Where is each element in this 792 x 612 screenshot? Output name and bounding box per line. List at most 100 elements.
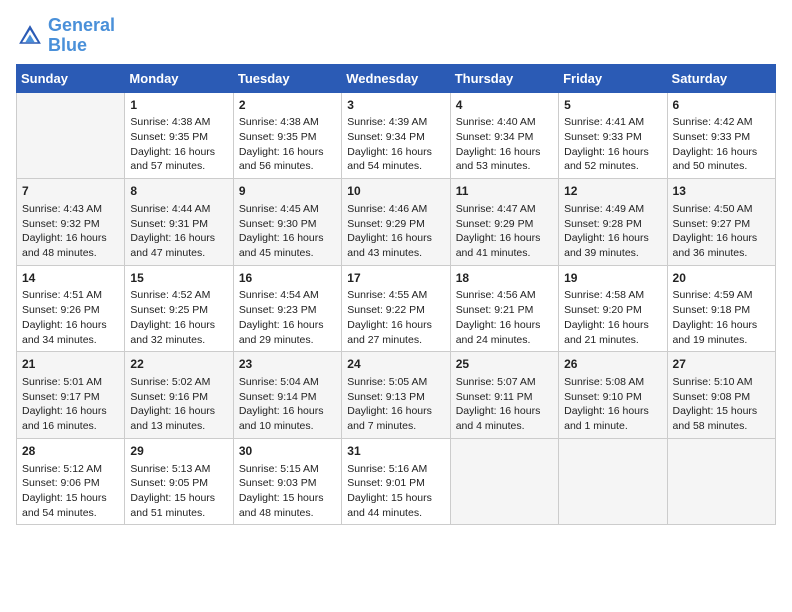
day-info: Daylight: 16 hours — [456, 318, 553, 333]
calendar-cell: 2Sunrise: 4:38 AMSunset: 9:35 PMDaylight… — [233, 92, 341, 179]
day-info: Daylight: 16 hours — [456, 231, 553, 246]
day-info: Daylight: 16 hours — [22, 318, 119, 333]
day-info: Daylight: 15 hours — [347, 491, 444, 506]
calendar-cell: 25Sunrise: 5:07 AMSunset: 9:11 PMDayligh… — [450, 352, 558, 439]
calendar-cell: 15Sunrise: 4:52 AMSunset: 9:25 PMDayligh… — [125, 265, 233, 352]
day-info: Sunset: 9:32 PM — [22, 217, 119, 232]
day-info: and 10 minutes. — [239, 419, 336, 434]
day-info: and 36 minutes. — [673, 246, 770, 261]
calendar-cell: 8Sunrise: 4:44 AMSunset: 9:31 PMDaylight… — [125, 179, 233, 266]
day-info: Sunrise: 5:02 AM — [130, 375, 227, 390]
day-number: 2 — [239, 97, 336, 114]
day-info: and 53 minutes. — [456, 159, 553, 174]
day-info: Sunset: 9:35 PM — [239, 130, 336, 145]
calendar-cell: 17Sunrise: 4:55 AMSunset: 9:22 PMDayligh… — [342, 265, 450, 352]
day-info: Sunset: 9:23 PM — [239, 303, 336, 318]
calendar-cell: 7Sunrise: 4:43 AMSunset: 9:32 PMDaylight… — [17, 179, 125, 266]
day-info: and 45 minutes. — [239, 246, 336, 261]
calendar-cell: 11Sunrise: 4:47 AMSunset: 9:29 PMDayligh… — [450, 179, 558, 266]
day-info: Daylight: 16 hours — [130, 145, 227, 160]
day-info: Sunrise: 5:10 AM — [673, 375, 770, 390]
day-info: Sunrise: 4:47 AM — [456, 202, 553, 217]
day-info: and 21 minutes. — [564, 333, 661, 348]
day-number: 27 — [673, 356, 770, 373]
day-number: 20 — [673, 270, 770, 287]
day-number: 19 — [564, 270, 661, 287]
day-number: 4 — [456, 97, 553, 114]
day-info: Sunrise: 4:41 AM — [564, 115, 661, 130]
day-info: and 34 minutes. — [22, 333, 119, 348]
day-info: Daylight: 16 hours — [239, 318, 336, 333]
calendar-cell — [667, 438, 775, 525]
calendar-cell: 16Sunrise: 4:54 AMSunset: 9:23 PMDayligh… — [233, 265, 341, 352]
calendar-cell: 23Sunrise: 5:04 AMSunset: 9:14 PMDayligh… — [233, 352, 341, 439]
day-info: Sunrise: 5:12 AM — [22, 462, 119, 477]
day-info: and 27 minutes. — [347, 333, 444, 348]
day-info: Daylight: 15 hours — [22, 491, 119, 506]
day-info: Sunrise: 4:38 AM — [239, 115, 336, 130]
calendar-cell: 9Sunrise: 4:45 AMSunset: 9:30 PMDaylight… — [233, 179, 341, 266]
calendar-cell: 4Sunrise: 4:40 AMSunset: 9:34 PMDaylight… — [450, 92, 558, 179]
day-info: Sunrise: 4:43 AM — [22, 202, 119, 217]
day-info: Daylight: 16 hours — [456, 145, 553, 160]
day-number: 5 — [564, 97, 661, 114]
day-info: Daylight: 15 hours — [673, 404, 770, 419]
day-info: Sunset: 9:22 PM — [347, 303, 444, 318]
day-info: Sunset: 9:01 PM — [347, 476, 444, 491]
day-info: Daylight: 16 hours — [239, 231, 336, 246]
day-info: Sunset: 9:14 PM — [239, 390, 336, 405]
day-info: Sunrise: 5:07 AM — [456, 375, 553, 390]
day-number: 30 — [239, 443, 336, 460]
calendar-cell — [17, 92, 125, 179]
day-info: Sunrise: 4:54 AM — [239, 288, 336, 303]
calendar-cell: 10Sunrise: 4:46 AMSunset: 9:29 PMDayligh… — [342, 179, 450, 266]
day-info: and 57 minutes. — [130, 159, 227, 174]
day-info: and 32 minutes. — [130, 333, 227, 348]
calendar-cell: 6Sunrise: 4:42 AMSunset: 9:33 PMDaylight… — [667, 92, 775, 179]
calendar-week-row: 1 Sunrise: 4:38 AMSunset: 9:35 PM Daylight… — [17, 92, 776, 179]
day-number: 26 — [564, 356, 661, 373]
day-info: Sunrise: 4:44 AM — [130, 202, 227, 217]
day-number: 21 — [22, 356, 119, 373]
calendar-cell: 20Sunrise: 4:59 AMSunset: 9:18 PMDayligh… — [667, 265, 775, 352]
day-number: 24 — [347, 356, 444, 373]
day-info: Sunrise: 4:49 AM — [564, 202, 661, 217]
day-info: and 29 minutes. — [239, 333, 336, 348]
day-info: and 13 minutes. — [130, 419, 227, 434]
day-info: Sunrise: 4:51 AM — [22, 288, 119, 303]
day-info: Daylight: 16 hours — [564, 318, 661, 333]
day-number: 11 — [456, 183, 553, 200]
calendar-cell: 3Sunrise: 4:39 AMSunset: 9:34 PMDaylight… — [342, 92, 450, 179]
day-info: Sunset: 9:31 PM — [130, 217, 227, 232]
day-info: and 50 minutes. — [673, 159, 770, 174]
col-header-sunday: Sunday — [17, 64, 125, 92]
day-info: Sunset: 9:05 PM — [130, 476, 227, 491]
calendar-cell — [559, 438, 667, 525]
day-info: Daylight: 16 hours — [673, 231, 770, 246]
day-info: and 41 minutes. — [456, 246, 553, 261]
day-info: Sunrise: 4:55 AM — [347, 288, 444, 303]
calendar-week-row: 7Sunrise: 4:43 AMSunset: 9:32 PMDaylight… — [17, 179, 776, 266]
day-info: and 16 minutes. — [22, 419, 119, 434]
calendar-cell: 1Sunrise: 4:38 AMSunset: 9:35 PMDaylight… — [125, 92, 233, 179]
day-info: and 7 minutes. — [347, 419, 444, 434]
calendar-table: SundayMondayTuesdayWednesdayThursdayFrid… — [16, 64, 776, 526]
day-info: Sunrise: 5:04 AM — [239, 375, 336, 390]
day-info: and 56 minutes. — [239, 159, 336, 174]
day-info: Daylight: 16 hours — [347, 145, 444, 160]
day-info: Sunset: 9:33 PM — [673, 130, 770, 145]
day-info: Daylight: 15 hours — [130, 491, 227, 506]
day-number: 8 — [130, 183, 227, 200]
day-info: Daylight: 16 hours — [347, 404, 444, 419]
day-info: Sunset: 9:20 PM — [564, 303, 661, 318]
day-number: 16 — [239, 270, 336, 287]
calendar-cell: 5Sunrise: 4:41 AMSunset: 9:33 PMDaylight… — [559, 92, 667, 179]
day-info: Sunset: 9:06 PM — [22, 476, 119, 491]
day-info: and 43 minutes. — [347, 246, 444, 261]
calendar-cell: 31Sunrise: 5:16 AMSunset: 9:01 PMDayligh… — [342, 438, 450, 525]
day-info: Sunset: 9:34 PM — [347, 130, 444, 145]
logo: General Blue — [16, 16, 115, 56]
day-number: 1 — [130, 97, 227, 114]
col-header-thursday: Thursday — [450, 64, 558, 92]
calendar-cell: 29Sunrise: 5:13 AMSunset: 9:05 PMDayligh… — [125, 438, 233, 525]
